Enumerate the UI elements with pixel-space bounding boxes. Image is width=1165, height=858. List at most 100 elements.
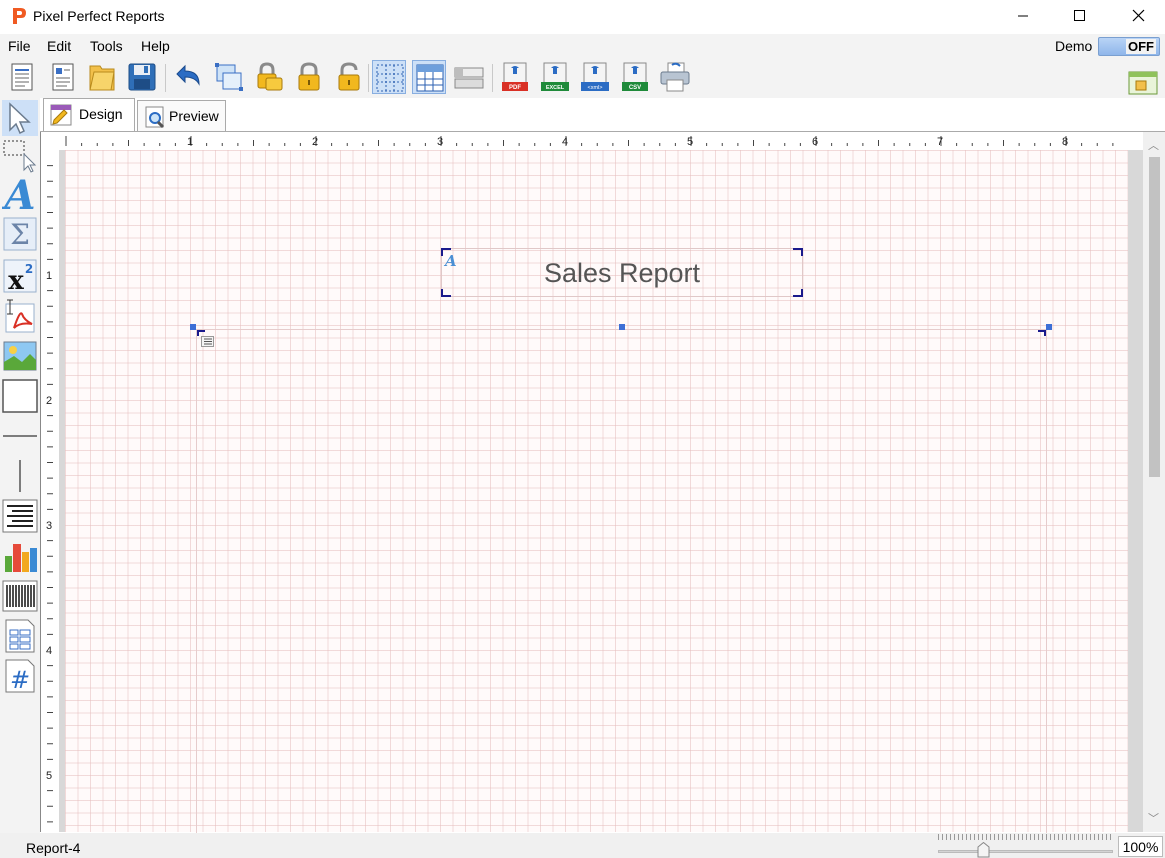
lock-all-icon[interactable] bbox=[252, 60, 286, 94]
title-bar: Pixel Perfect Reports bbox=[0, 0, 1165, 34]
text-tool-icon[interactable]: A bbox=[0, 172, 38, 219]
paragraph-tool-icon[interactable] bbox=[2, 498, 38, 534]
ruler-label: 8 bbox=[1062, 136, 1068, 148]
demo-toggle[interactable]: OFF bbox=[1098, 37, 1160, 56]
chart-tool-icon[interactable] bbox=[2, 538, 38, 574]
new-report-icon[interactable] bbox=[5, 60, 39, 94]
tool-palette: A Σ x2 # bbox=[0, 98, 40, 833]
zoom-slider[interactable] bbox=[938, 850, 1113, 853]
lock-icon[interactable] bbox=[292, 60, 326, 94]
vertical-scrollbar[interactable]: ︿ ﹀ bbox=[1143, 132, 1165, 832]
zoom-level[interactable]: 100% bbox=[1118, 836, 1163, 857]
export-csv-icon[interactable]: CSV bbox=[618, 60, 652, 94]
page-number-tool-icon[interactable]: # bbox=[2, 658, 38, 694]
ruler-label: 1 bbox=[46, 270, 52, 282]
selection-corner[interactable] bbox=[441, 289, 451, 297]
undo-icon[interactable] bbox=[171, 60, 205, 94]
group-objects-icon[interactable] bbox=[212, 60, 246, 94]
maximize-button[interactable] bbox=[1056, 0, 1102, 32]
image-tool-icon[interactable] bbox=[2, 338, 38, 374]
ruler-label: 4 bbox=[562, 136, 568, 148]
open-folder-icon[interactable] bbox=[85, 60, 119, 94]
print-icon[interactable] bbox=[658, 60, 692, 94]
pdf-object-tool-icon[interactable] bbox=[2, 298, 38, 334]
report-wizard-icon[interactable] bbox=[45, 60, 79, 94]
preview-icon bbox=[145, 106, 165, 129]
selection-corner[interactable] bbox=[793, 248, 803, 256]
design-canvas[interactable]: 1 2 3 4 5 6 7 8 1 2 3 4 5 A Sales Report ︿ ﹀ bbox=[40, 132, 1165, 850]
snap-to-grid-icon[interactable] bbox=[412, 60, 446, 94]
report-title-textbox[interactable]: A Sales Report bbox=[441, 248, 803, 297]
superscript-tool-icon[interactable]: x2 bbox=[2, 258, 38, 296]
resize-handle-top-right[interactable] bbox=[1046, 324, 1052, 330]
export-excel-icon[interactable]: EXCEL bbox=[538, 60, 572, 94]
ruler-label: 2 bbox=[46, 395, 52, 407]
sum-tool-icon[interactable]: Σ bbox=[2, 216, 38, 252]
menu-edit[interactable]: Edit bbox=[47, 38, 71, 54]
ruler-label: 7 bbox=[937, 136, 943, 148]
menu-tools[interactable]: Tools bbox=[90, 38, 123, 54]
minimize-button[interactable] bbox=[1000, 0, 1046, 32]
horizontal-line-tool-icon[interactable] bbox=[2, 418, 38, 454]
toolbar-separator bbox=[165, 64, 166, 92]
scrollbar-thumb[interactable] bbox=[1149, 157, 1160, 477]
vertical-ruler: 1 2 3 4 5 bbox=[41, 150, 59, 832]
ruler-label: 1 bbox=[187, 136, 193, 148]
excel-badge: EXCEL bbox=[546, 85, 565, 91]
status-bar: Report-4 100% bbox=[0, 833, 1165, 858]
band-properties-icon[interactable] bbox=[201, 336, 214, 347]
report-title-text: Sales Report bbox=[543, 258, 701, 288]
bands-icon[interactable] bbox=[452, 60, 486, 94]
subreport-tool-icon[interactable] bbox=[2, 618, 38, 654]
window-title: Pixel Perfect Reports bbox=[33, 8, 165, 24]
report-name: Report-4 bbox=[26, 840, 81, 856]
pdf-badge: PDF bbox=[509, 85, 521, 91]
menu-help[interactable]: Help bbox=[141, 38, 170, 54]
ruler-corner bbox=[41, 132, 63, 150]
tab-design-label: Design bbox=[79, 106, 123, 122]
tab-preview[interactable]: Preview bbox=[137, 100, 226, 131]
unlock-icon[interactable] bbox=[332, 60, 366, 94]
svg-text:x: x bbox=[8, 266, 24, 294]
tab-design[interactable]: Design bbox=[43, 98, 135, 131]
selection-corner[interactable] bbox=[441, 248, 451, 256]
resize-handle-top-center[interactable] bbox=[619, 324, 625, 330]
save-icon[interactable] bbox=[125, 60, 159, 94]
ruler-label: 4 bbox=[46, 645, 52, 657]
pointer-tool-icon[interactable] bbox=[2, 100, 38, 136]
vertical-line-tool-icon[interactable] bbox=[2, 458, 38, 494]
toolbar: PDF EXCEL <xml> CSV bbox=[0, 58, 1165, 98]
ruler-label: 3 bbox=[46, 520, 52, 532]
demo-toggle-state: OFF bbox=[1126, 39, 1156, 54]
toolbar-separator bbox=[368, 64, 369, 92]
close-button[interactable] bbox=[1115, 0, 1161, 32]
report-detail-band[interactable] bbox=[190, 324, 1052, 850]
resize-handle-top-left[interactable] bbox=[190, 324, 196, 330]
menu-file[interactable]: File bbox=[8, 38, 31, 54]
svg-text:Σ: Σ bbox=[10, 218, 30, 251]
scroll-up-icon[interactable]: ︿ bbox=[1148, 137, 1159, 153]
svg-text:A: A bbox=[2, 176, 36, 212]
barcode-tool-icon[interactable] bbox=[2, 578, 38, 614]
svg-text:#: # bbox=[10, 666, 30, 694]
export-xml-icon[interactable]: <xml> bbox=[578, 60, 612, 94]
app-logo-icon bbox=[13, 8, 26, 24]
menu-bar: File Edit Tools Help Demo bbox=[0, 34, 1165, 58]
zoom-slider-thumb[interactable] bbox=[977, 842, 990, 858]
grid-toggle-icon[interactable] bbox=[372, 60, 406, 94]
xml-badge: <xml> bbox=[588, 85, 603, 91]
marquee-select-tool-icon[interactable] bbox=[2, 138, 38, 174]
ruler-label: 5 bbox=[687, 136, 693, 148]
report-page[interactable]: A Sales Report bbox=[65, 150, 1128, 850]
svg-text:2: 2 bbox=[25, 262, 33, 276]
data-source-icon[interactable] bbox=[1126, 66, 1160, 100]
view-tabs: Design Preview bbox=[40, 98, 1165, 132]
rectangle-tool-icon[interactable] bbox=[2, 378, 38, 414]
toolbar-separator bbox=[492, 64, 493, 92]
ruler-label: 6 bbox=[812, 136, 818, 148]
scroll-down-icon[interactable]: ﹀ bbox=[1148, 810, 1159, 826]
selection-corner[interactable] bbox=[793, 289, 803, 297]
zoom-slider-ticks bbox=[938, 834, 1113, 840]
selection-corner[interactable] bbox=[1038, 330, 1046, 336]
export-pdf-icon[interactable]: PDF bbox=[498, 60, 532, 94]
